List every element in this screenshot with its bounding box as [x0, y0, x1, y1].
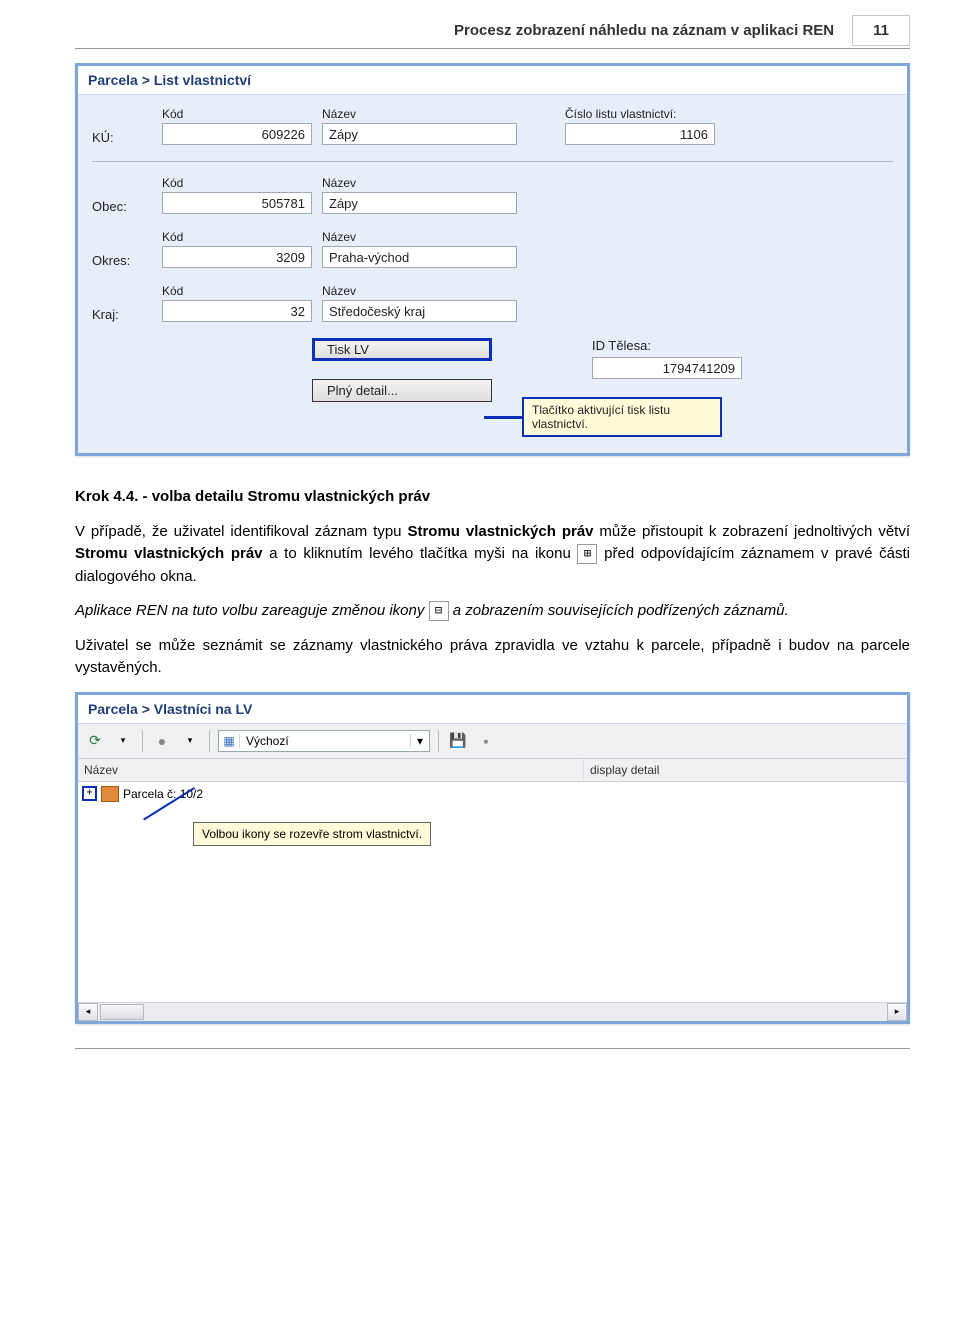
label-kod: Kód: [162, 107, 312, 121]
label-id-telesa: ID Tělesa:: [592, 338, 651, 353]
field-okres-nazev[interactable]: Praha-východ: [322, 246, 517, 268]
callout-tree: Volbou ikony se rozevře strom vlastnictv…: [193, 822, 431, 846]
row-okres-label: Okres:: [92, 253, 152, 268]
window-list-vlastnictvi: Parcela > List vlastnictví KÚ: Kód 60922…: [75, 63, 910, 456]
grid-body: + Parcela č: 10/2 Volbou ikony se rozevř…: [78, 782, 907, 1002]
row-obec-label: Obec:: [92, 199, 152, 214]
text: V případě, že uživatel identifikoval záz…: [75, 523, 407, 540]
label-kod: Kód: [162, 176, 312, 190]
view-combo[interactable]: ▦ Výchozí ▾: [218, 730, 430, 752]
refresh-icon[interactable]: ⟳: [84, 730, 106, 752]
text-bold: Stromu vlastnických práv: [407, 523, 593, 540]
combo-value: Výchozí: [240, 734, 410, 748]
toolbar: ⟳ ▾ ● ▾ ▦ Výchozí ▾ 💾 ▪: [78, 724, 907, 759]
text-bold: Stromu vlastnických práv: [75, 545, 263, 562]
toolbar-icon[interactable]: ▪: [475, 730, 497, 752]
scroll-left-icon[interactable]: ◂: [78, 1003, 98, 1021]
table-row[interactable]: + Parcela č: 10/2: [78, 782, 907, 806]
column-display-detail[interactable]: display detail: [584, 759, 907, 781]
paragraph-1: V případě, že uživatel identifikoval záz…: [75, 521, 910, 589]
text: Aplikace REN na tuto volbu zareaguje změ…: [75, 602, 429, 619]
separator: [209, 730, 210, 752]
toolbar-icon[interactable]: ●: [151, 730, 173, 752]
field-ku-nazev[interactable]: Zápy: [322, 123, 517, 145]
callout-tisk: Tlačítko aktivující tisk listu vlastnict…: [522, 397, 722, 437]
footer-separator: [75, 1048, 910, 1049]
field-obec-kod[interactable]: 505781: [162, 192, 312, 214]
collapse-icon: ⊟: [429, 601, 449, 621]
field-kraj-kod[interactable]: 32: [162, 300, 312, 322]
text: a to kliknutím levého tlačítka myši na i…: [263, 545, 578, 562]
row-ku-label: KÚ:: [92, 130, 152, 145]
separator: [438, 730, 439, 752]
column-nazev[interactable]: Název: [78, 759, 584, 781]
scrollbar-thumb[interactable]: [100, 1004, 144, 1020]
header-title: Procesz zobrazení náhledu na záznam v ap…: [454, 22, 834, 39]
text: může přistoupit k zobrazení jednoltivých…: [594, 523, 910, 540]
scroll-right-icon[interactable]: ▸: [887, 1003, 907, 1021]
horizontal-scrollbar[interactable]: ◂ ▸: [78, 1002, 907, 1021]
field-okres-kod[interactable]: 3209: [162, 246, 312, 268]
window-title: Parcela > List vlastnictví: [78, 66, 907, 95]
separator: [92, 161, 893, 162]
field-kraj-nazev[interactable]: Středočeský kraj: [322, 300, 517, 322]
parcela-icon: [101, 786, 119, 802]
label-kod: Kód: [162, 284, 312, 298]
window-title: Parcela > Vlastníci na LV: [78, 695, 907, 724]
expand-icon: ⊞: [577, 544, 597, 564]
grid-icon: ▦: [219, 734, 240, 748]
field-obec-nazev[interactable]: Zápy: [322, 192, 517, 214]
text: a zobrazením souvisejících podřízených z…: [453, 602, 789, 619]
row-kraj-label: Kraj:: [92, 307, 152, 322]
expand-icon[interactable]: +: [82, 786, 97, 801]
page-header: Procesz zobrazení náhledu na záznam v ap…: [75, 15, 910, 49]
label-nazev: Název: [322, 284, 517, 298]
paragraph-2: Aplikace REN na tuto volbu zareaguje změ…: [75, 600, 910, 623]
krok-heading: Krok 4.4. - volba detailu Stromu vlastni…: [75, 486, 910, 509]
tisk-lv-button[interactable]: Tisk LV: [312, 338, 492, 361]
field-id-telesa[interactable]: 1794741209: [592, 357, 742, 379]
save-view-icon[interactable]: 💾: [447, 730, 469, 752]
paragraph-3: Uživatel se může seznámit se záznamy vla…: [75, 635, 910, 680]
window-vlastnici-na-lv: Parcela > Vlastníci na LV ⟳ ▾ ● ▾ ▦ Vých…: [75, 692, 910, 1024]
label-nazev: Název: [322, 230, 517, 244]
field-ku-kod[interactable]: 609226: [162, 123, 312, 145]
label-kod: Kód: [162, 230, 312, 244]
chevron-down-icon[interactable]: ▾: [112, 730, 134, 752]
chevron-down-icon[interactable]: ▾: [410, 734, 429, 748]
label-nazev: Název: [322, 176, 517, 190]
plny-detail-button[interactable]: Plný detail...: [312, 379, 492, 402]
label-nazev: Název: [322, 107, 517, 121]
page-number: 11: [852, 15, 910, 46]
field-clv[interactable]: 1106: [565, 123, 715, 145]
separator: [142, 730, 143, 752]
chevron-down-icon[interactable]: ▾: [179, 730, 201, 752]
label-clv: Číslo listu vlastnictví:: [565, 107, 715, 121]
grid-header: Název display detail: [78, 759, 907, 782]
callout-connector: [484, 416, 522, 419]
